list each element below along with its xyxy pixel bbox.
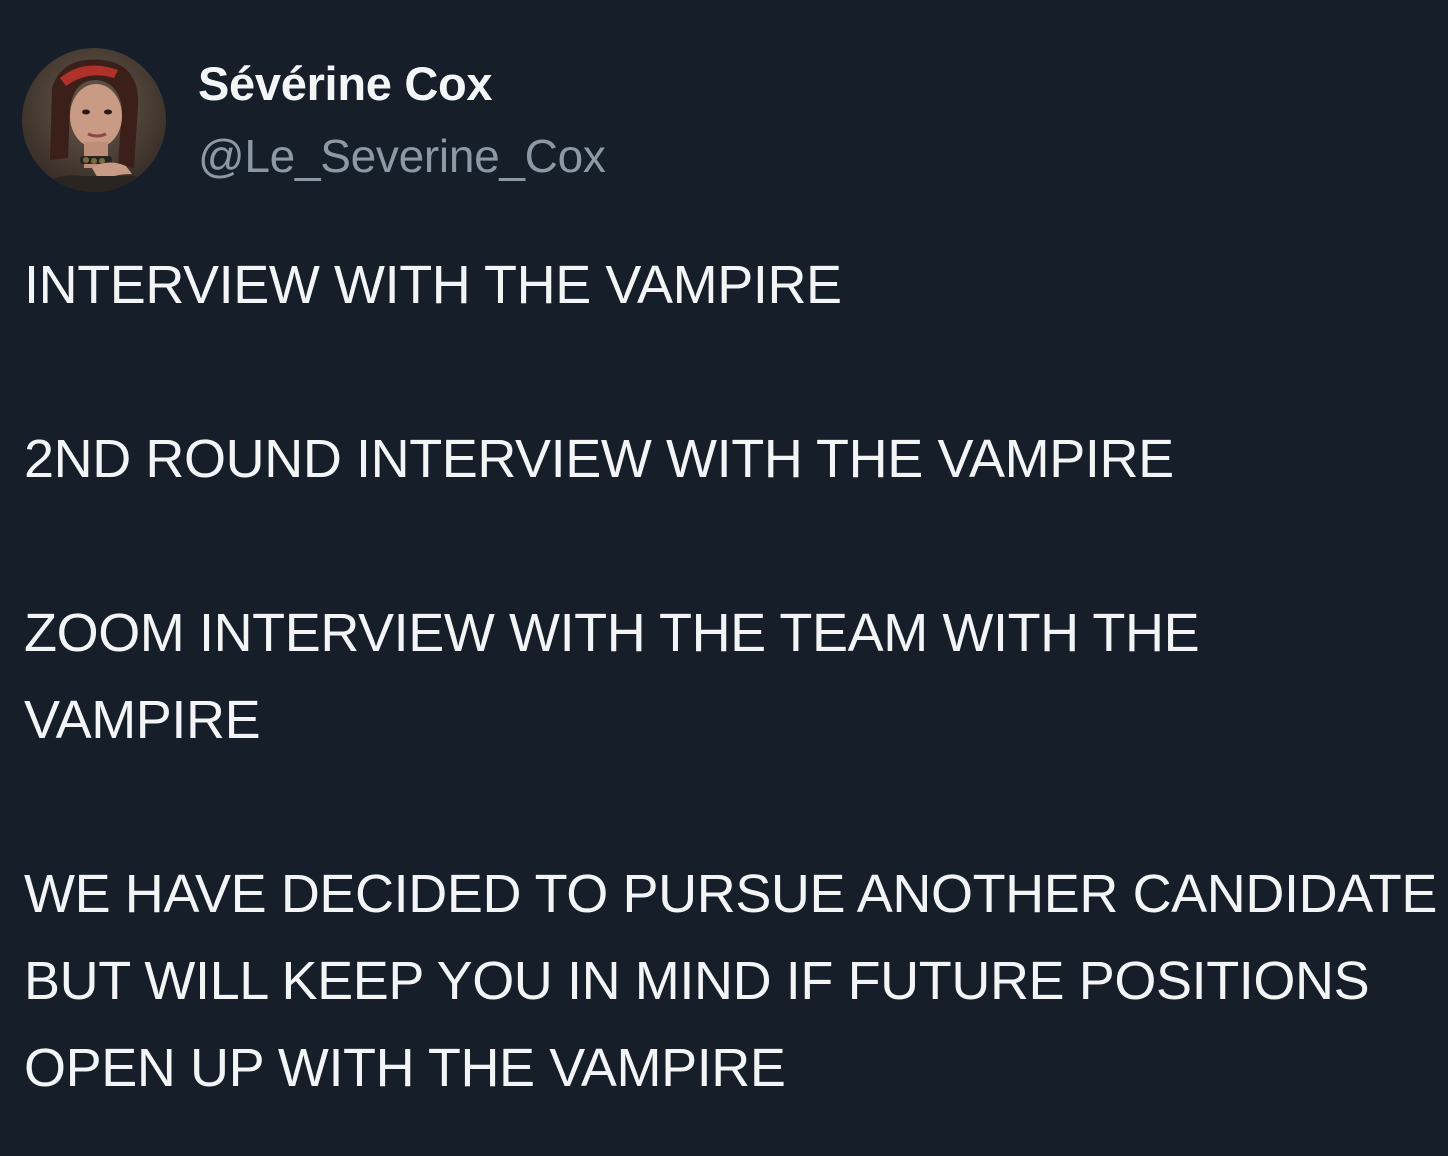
author-handle[interactable]: @Le_Severine_Cox (198, 126, 606, 186)
tweet-text: INTERVIEW WITH THE VAMPIRE 2ND ROUND INT… (24, 242, 1437, 1112)
tweet-paragraph-3: ZOOM INTERVIEW WITH THE TEAM WITH THE VA… (24, 603, 1200, 750)
tweet-card: Sévérine Cox @Le_Severine_Cox INTERVIEW … (0, 0, 1448, 1156)
avatar-photo-icon (22, 48, 166, 192)
tweet-paragraph-2: 2ND ROUND INTERVIEW WITH THE VAMPIRE (24, 429, 1174, 489)
tweet-paragraph-1: INTERVIEW WITH THE VAMPIRE (24, 255, 842, 315)
tweet-header: Sévérine Cox @Le_Severine_Cox (22, 48, 606, 192)
author-names: Sévérine Cox @Le_Severine_Cox (198, 48, 606, 186)
author-display-name[interactable]: Sévérine Cox (198, 54, 606, 114)
tweet-paragraph-4: WE HAVE DECIDED TO PURSUE ANOTHER CANDID… (24, 864, 1438, 1098)
avatar[interactable] (22, 48, 166, 192)
